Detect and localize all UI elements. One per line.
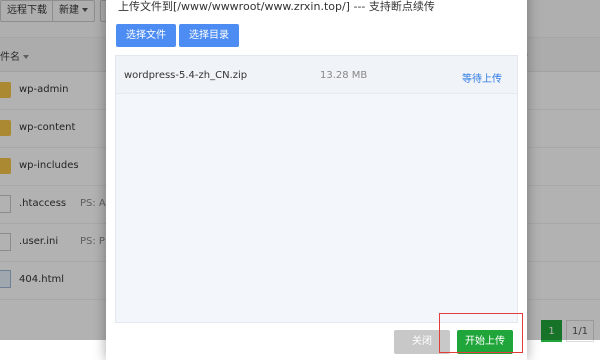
select-directory-button[interactable]: 选择目录 [179, 24, 239, 47]
upload-file-size: 13.28 MB [320, 70, 368, 81]
select-file-button[interactable]: 选择文件 [116, 24, 176, 47]
upload-dialog: 上传文件到[/www/wwwroot/www.zrxin.top/] --- 支… [106, 0, 527, 360]
upload-queue: wordpress-5.4-zh_CN.zip 13.28 MB 等待上传 [115, 55, 518, 323]
upload-file-name: wordpress-5.4-zh_CN.zip [124, 70, 248, 81]
start-upload-highlight [439, 313, 523, 353]
upload-queue-item: wordpress-5.4-zh_CN.zip 13.28 MB 等待上传 [116, 56, 517, 94]
upload-status: 等待上传 [462, 74, 502, 85]
dialog-title: 上传文件到[/www/wwwroot/www.zrxin.top/] --- 支… [118, 0, 435, 13]
